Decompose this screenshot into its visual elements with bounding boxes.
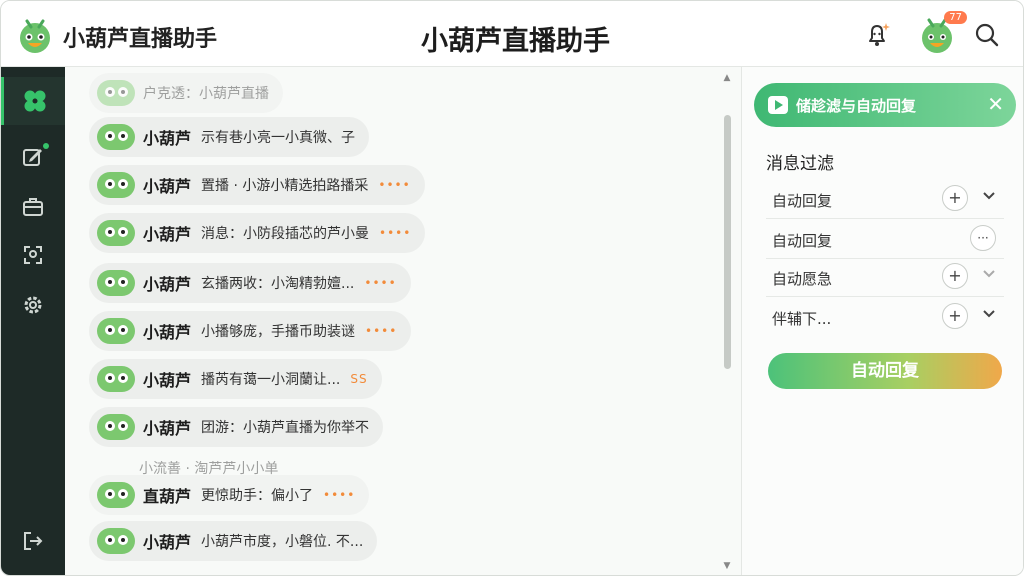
- add-button[interactable]: +: [942, 185, 968, 211]
- briefcase-icon: [23, 198, 43, 216]
- logout-button[interactable]: [1, 517, 65, 565]
- auto-reply-button[interactable]: 自动回复: [768, 353, 1002, 389]
- filter-label: 伴辅下...: [772, 310, 832, 328]
- user-scan-icon: [24, 246, 42, 264]
- message-sender: 小葫芦: [143, 533, 192, 552]
- typing-dots: ••••: [379, 226, 412, 240]
- more-button[interactable]: ···: [970, 225, 996, 251]
- notification-badge: 77: [944, 11, 967, 24]
- sidebar-item-live[interactable]: [1, 77, 65, 125]
- chevron-down-icon[interactable]: [980, 187, 998, 205]
- play-icon: [768, 96, 788, 114]
- sidebar-item-settings[interactable]: [1, 281, 65, 329]
- filter-banner[interactable]: 储趁滤与自动回复 ✕: [754, 83, 1016, 127]
- chat-message[interactable]: 直葫芦 更惊助手：偏小了 ••••: [89, 475, 370, 515]
- avatar: [97, 124, 135, 150]
- avatar: [97, 220, 135, 246]
- message-text: 玄播两收：小淘精勃嬗...: [201, 276, 355, 292]
- chevron-down-icon[interactable]: [980, 265, 998, 283]
- sidebar: [1, 67, 65, 575]
- message-sender: 小葫芦: [143, 129, 192, 148]
- page-title: 小葫芦直播助手: [421, 26, 610, 57]
- chat-area[interactable]: 户克透：小葫芦直播 小葫芦 示有巷小亮一小真微、子 小葫芦 置播 · 小游小精选…: [65, 67, 741, 575]
- avatar: [97, 528, 135, 554]
- app-name: 小葫芦直播助手: [63, 27, 218, 52]
- add-button[interactable]: +: [942, 303, 968, 329]
- chat-message[interactable]: 小葫芦 消息：小防段插芯的芦小曼 ••••: [89, 213, 426, 253]
- add-button[interactable]: +: [942, 263, 968, 289]
- app-logo: [20, 19, 50, 53]
- logout-icon: [24, 532, 43, 550]
- chat-message[interactable]: 小葫芦 播芮有蔼一小洞蘭让... SS: [89, 359, 382, 399]
- message-text: 小葫芦市度，小磐位. 不...: [201, 534, 364, 550]
- avatar: [97, 482, 135, 508]
- chat-message[interactable]: 小葫芦 小葫芦市度，小磐位. 不...: [89, 521, 378, 561]
- message-text: 更惊助手：偏小了: [201, 488, 314, 504]
- message-sender: 小葫芦: [143, 225, 192, 244]
- typing-dots: ••••: [365, 324, 398, 338]
- typing-dots: SS: [350, 372, 368, 386]
- chat-message[interactable]: 户克透：小葫芦直播: [89, 73, 283, 113]
- message-text: 置播 · 小游小精选拍路播采: [201, 178, 369, 194]
- close-icon[interactable]: ✕: [987, 93, 1004, 115]
- typing-dots: ••••: [364, 276, 397, 290]
- sidebar-item-briefcase[interactable]: [1, 183, 65, 231]
- scrollbar-thumb[interactable]: [724, 115, 731, 369]
- app-window: 小葫芦直播助手 小葫芦直播助手 77 户克透：小葫芦直播 小葫芦 示有巷小亮一小…: [0, 0, 1024, 576]
- filter-row[interactable]: 自动愿急 +: [766, 257, 1004, 297]
- message-sender: 小葫芦: [143, 371, 192, 390]
- typing-dots: ••••: [323, 488, 356, 502]
- message-sender: 小葫芦: [143, 275, 192, 294]
- avatar: [97, 172, 135, 198]
- section-title: 消息过滤: [766, 154, 834, 174]
- chat-message[interactable]: 小葫芦 小播够庞，手播币助装谜 ••••: [89, 311, 412, 351]
- pinwheel-icon: [24, 90, 45, 112]
- edit-icon: [23, 149, 42, 166]
- chat-message[interactable]: 小葫芦 置播 · 小游小精选拍路播采 ••••: [89, 165, 425, 205]
- avatar: [97, 318, 135, 344]
- chevron-down-icon[interactable]: [980, 305, 998, 323]
- chat-message[interactable]: 小葫芦 团游：小葫芦直播为你举不: [89, 407, 384, 447]
- header: 小葫芦直播助手 小葫芦直播助手 77: [1, 1, 1023, 67]
- sidebar-item-user[interactable]: [1, 231, 65, 279]
- message-sender: 直葫芦: [143, 487, 192, 506]
- banner-text: 储趁滤与自动回复: [796, 96, 917, 115]
- typing-dots: ••••: [378, 178, 411, 192]
- message-text: 播芮有蔼一小洞蘭让...: [201, 372, 341, 388]
- avatar[interactable]: 77: [917, 11, 967, 55]
- avatar: [97, 366, 135, 392]
- message-sender: 小葫芦: [143, 177, 192, 196]
- scroll-down-arrow[interactable]: ▼: [721, 561, 733, 571]
- scroll-up-arrow[interactable]: ▲: [721, 73, 733, 83]
- chat-message[interactable]: 小葫芦 示有巷小亮一小真微、子: [89, 117, 370, 157]
- avatar: [97, 414, 135, 440]
- filter-row[interactable]: 自动回复 ···: [766, 219, 1004, 259]
- filter-label: 自动回复: [772, 192, 833, 210]
- message-text: 户克透：小葫芦直播: [143, 86, 269, 102]
- message-sender: 小葫芦: [143, 419, 192, 438]
- message-sender: 小葫芦: [143, 323, 192, 342]
- filter-label: 自动愿急: [772, 270, 833, 288]
- message-text: 小播够庞，手播币助装谜: [201, 324, 356, 340]
- filter-panel: 储趁滤与自动回复 ✕ 消息过滤 自动回复 + 自动回复 ··· 自动愿急 + 伴…: [741, 67, 1023, 575]
- avatar: [97, 80, 135, 106]
- filter-label: 自动回复: [772, 232, 833, 250]
- message-text: 消息：小防段插芯的芦小曼: [201, 226, 370, 242]
- filter-row[interactable]: 自动回复 +: [766, 179, 1004, 219]
- chat-message[interactable]: 小葫芦 玄播两收：小淘精勃嬗... ••••: [89, 263, 411, 303]
- bell-icon[interactable]: [861, 19, 893, 51]
- gear-icon: [24, 296, 42, 314]
- status-dot: [43, 143, 49, 149]
- avatar: [97, 270, 135, 296]
- message-text: 示有巷小亮一小真微、子: [201, 130, 356, 146]
- search-icon[interactable]: [971, 19, 1003, 51]
- message-text: 团游：小葫芦直播为你举不: [201, 420, 370, 436]
- sidebar-item-edit[interactable]: [1, 133, 65, 181]
- filter-row[interactable]: 伴辅下... +: [766, 297, 1004, 337]
